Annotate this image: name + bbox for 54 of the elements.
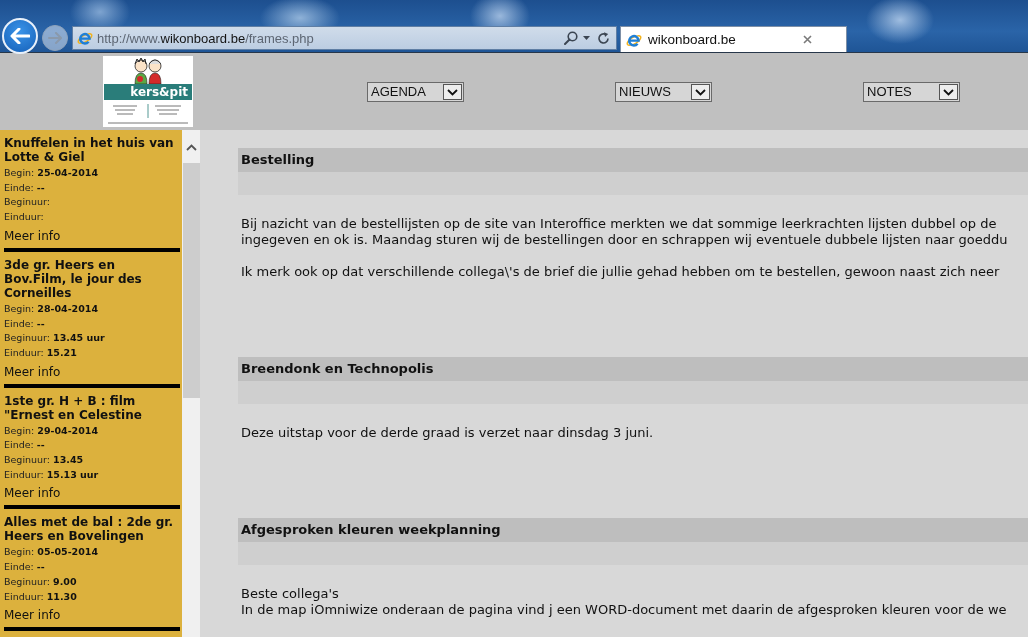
logo[interactable]: kers&pit [103, 56, 193, 127]
article-title: Bestelling [238, 148, 1028, 172]
article-paragraph: Ik merk ook op dat verschillende collega\'s de brief die jullie gehad hebben om te bestellen, gewoon naast zich neer [241, 264, 1001, 280]
chevron-down-icon[interactable] [939, 83, 958, 100]
scrollbar-thumb[interactable] [182, 163, 200, 398]
scrollbar[interactable] [182, 130, 200, 637]
event-detail: Begin: 25-04-2014 [4, 166, 100, 180]
right-arrow-icon [48, 32, 62, 44]
event-detail: Einde: -- [4, 180, 46, 195]
event-detail: Begin: 28-04-2014 [4, 301, 100, 316]
event-title: 3de gr. Heers en Bov.Film, le jour des Corneilles [4, 257, 143, 300]
event-detail: Einde: -- [4, 560, 46, 575]
event-detail: Einduur: 15.21 [4, 345, 78, 360]
event-detail: Begin: 29-04-2014 [4, 423, 100, 438]
event-title: Knuffelen in het huis van Lotte & Giel [4, 136, 175, 164]
dropdown[interactable]: AGENDA [367, 81, 464, 102]
refresh-icon[interactable] [597, 31, 610, 45]
event-title: Alles met de bal : 2de gr. Heers en Bovelingen [4, 515, 174, 544]
more-info-link[interactable]: Meer info [4, 484, 61, 503]
site-icon [77, 30, 93, 46]
event-detail: Beginuur: 13.45 uur [4, 331, 106, 346]
left-arrow-icon [10, 28, 30, 44]
event-detail: Einduur: [4, 210, 45, 225]
address-bar[interactable]: http://www.wikonboard.be/frames.php [72, 26, 617, 50]
more-info-link[interactable]: Meer info [4, 362, 61, 381]
article-paragraph: Deze uitstap voor de derde graad is verzet naar dinsdag 3 juni. [241, 425, 655, 441]
chevron-up-icon[interactable] [185, 144, 197, 151]
caret-icon[interactable] [583, 36, 590, 40]
article-paragraph: Bij nazicht van de bestellijsten op de site van Interoffice merkten we dat sommige leerkrachten lijsten dubbel op de ingegeven en ok is. Maandag sturen wij de bestellingen door en schrappen wij eventuele dubbele lijsten naar goeddu [241, 216, 1009, 248]
back-button[interactable] [2, 18, 38, 54]
article-title: Breendonk en Technopolis [238, 357, 1028, 381]
event-detail: Einde: -- [4, 438, 46, 453]
dropdown[interactable]: NIEUWS [615, 81, 712, 102]
event-detail: Beginuur: 9.00 [4, 574, 78, 589]
url-text: http://www.wikonboard.be/frames.php [97, 30, 315, 46]
event-detail: Einde: -- [4, 316, 46, 331]
event-detail: Einduur: 11.30 [4, 589, 78, 604]
dropdown[interactable]: NOTES [863, 81, 960, 102]
more-info-link[interactable]: Meer info [4, 606, 61, 625]
event-detail: Begin: 05-05-2014 [4, 545, 100, 560]
more-info-link[interactable]: Meer info [4, 226, 61, 245]
event-detail: Beginuur: [4, 195, 52, 210]
browser-tab[interactable]: wikonboard.be [620, 26, 847, 52]
article-paragraph: Beste collega's In de map iOmniwize onderaan de pagina vind j een WORD-document met daarin de afgesproken kleuren voor de we [241, 586, 1008, 618]
event-detail: Beginuur: 13.45 [4, 453, 85, 468]
close-icon[interactable] [803, 35, 812, 44]
logo-text: kers&pit [104, 84, 192, 100]
forward-button[interactable] [42, 25, 68, 51]
event-title: 1ste gr. H + B : film "Ernest en Celestine [4, 393, 143, 422]
chevron-down-icon[interactable] [691, 83, 710, 100]
event-detail: Einduur: 15.13 uur [4, 467, 100, 482]
chevron-down-icon[interactable] [443, 83, 462, 100]
search-icon[interactable] [564, 31, 578, 45]
article-title: Afgesproken kleuren weekplanning [238, 518, 1028, 542]
